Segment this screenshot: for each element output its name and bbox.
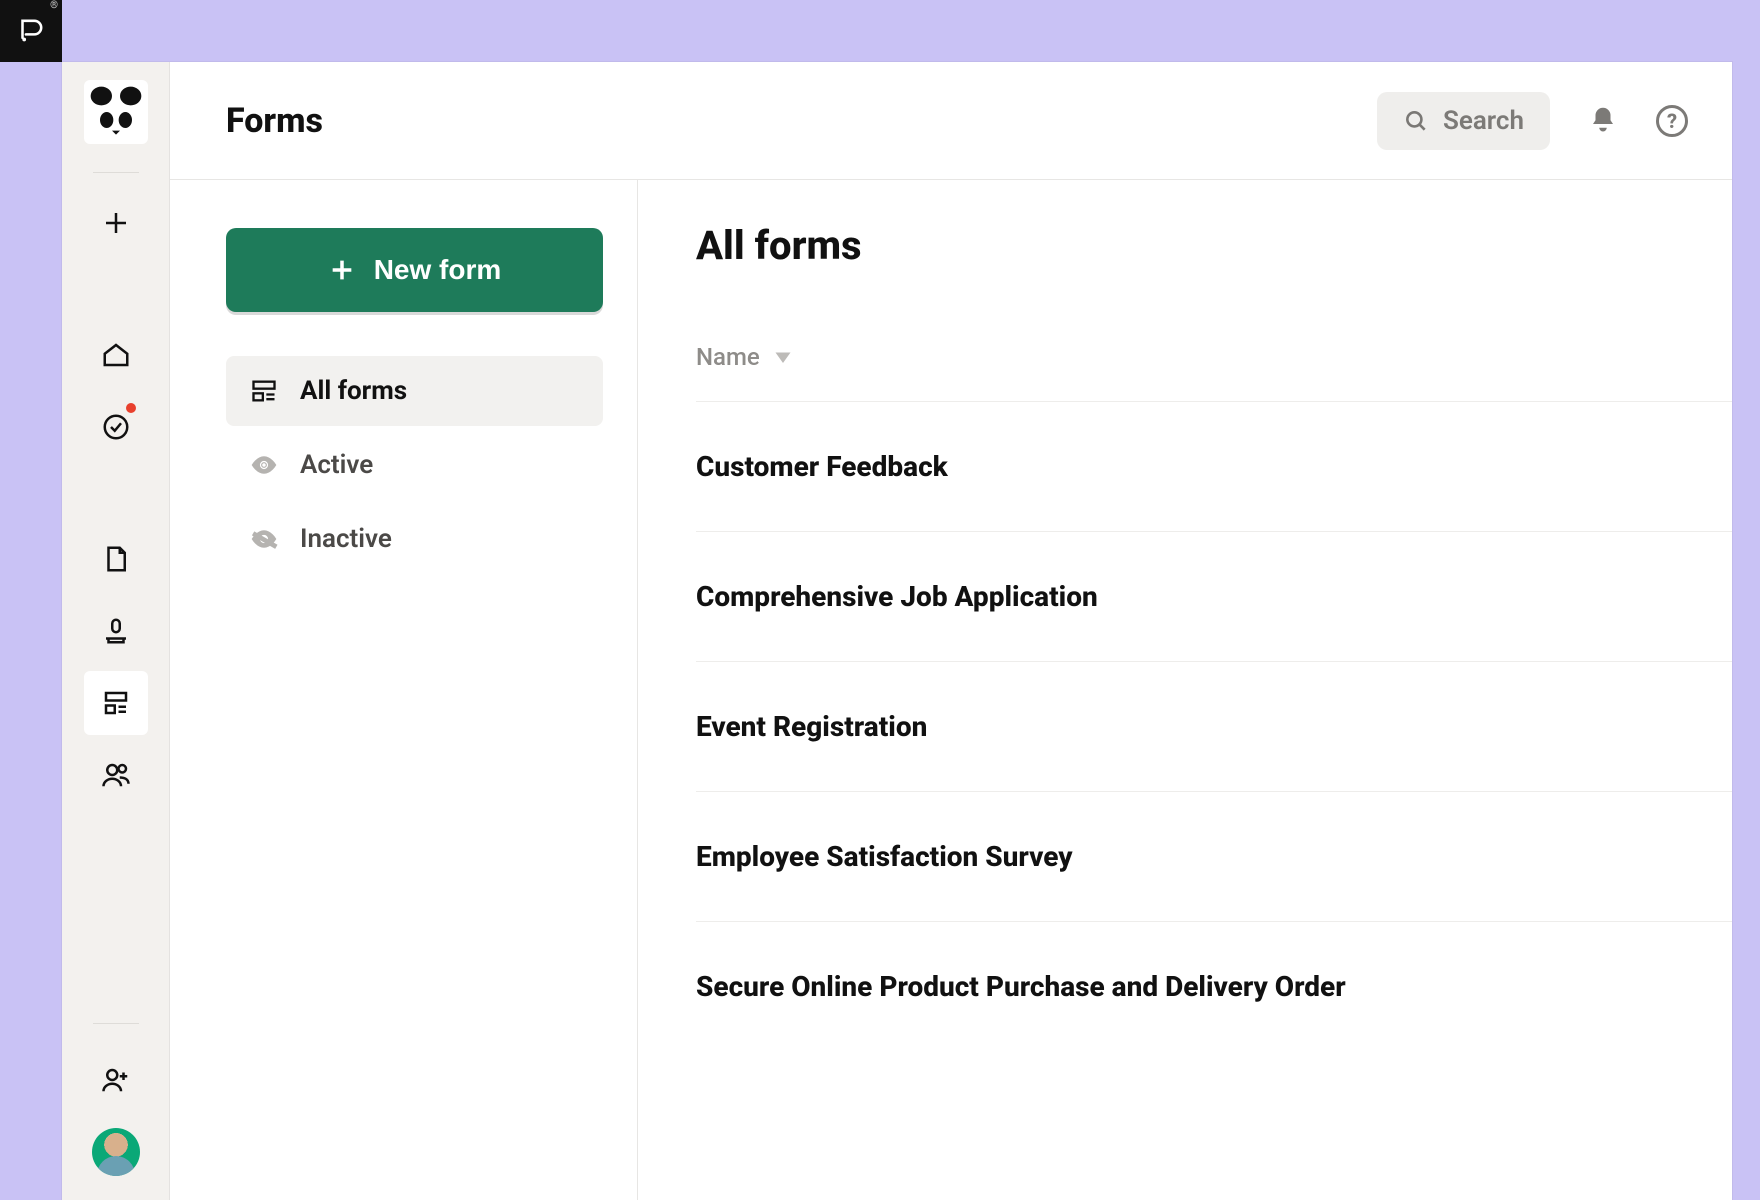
list-pane: All forms Name Customer Feedback Compreh…	[638, 180, 1732, 1200]
filter-inactive[interactable]: Inactive	[226, 504, 603, 574]
form-row[interactable]: Event Registration	[696, 662, 1732, 792]
pandadoc-logo-icon	[14, 14, 48, 48]
help-button[interactable]: ?	[1656, 105, 1688, 137]
eye-off-icon	[250, 525, 278, 553]
column-header-name[interactable]: Name	[696, 323, 1732, 402]
form-row[interactable]: Secure Online Product Purchase and Deliv…	[696, 922, 1732, 1051]
eye-icon	[250, 451, 278, 479]
list-heading: All forms	[696, 222, 1732, 269]
forms-icon	[250, 377, 278, 405]
checkmark-circle-icon	[101, 412, 131, 442]
nav-documents[interactable]	[84, 527, 148, 591]
nav-rail	[62, 62, 170, 1200]
registered-mark: ®	[50, 0, 58, 11]
nav-invite[interactable]	[84, 1048, 148, 1112]
notification-dot	[124, 401, 138, 415]
person-plus-icon	[101, 1065, 131, 1095]
form-name: Comprehensive Job Application	[696, 580, 1098, 613]
nav-create[interactable]	[84, 191, 148, 255]
search-label: Search	[1443, 106, 1524, 136]
search-icon	[1403, 108, 1429, 134]
form-name: Employee Satisfaction Survey	[696, 840, 1073, 873]
topbar: Forms Search ?	[170, 62, 1732, 180]
sidebar: New form All forms Active Inactive	[170, 180, 638, 1200]
column-label: Name	[696, 343, 760, 371]
home-icon	[101, 340, 131, 370]
app-window: Forms Search ? New form	[62, 62, 1732, 1200]
filter-label: All forms	[300, 376, 407, 406]
form-row[interactable]: Customer Feedback	[696, 402, 1732, 532]
filter-label: Active	[300, 450, 373, 480]
people-icon	[101, 760, 131, 790]
stamp-icon	[101, 616, 131, 646]
form-row[interactable]: Comprehensive Job Application	[696, 532, 1732, 662]
rail-separator	[93, 1023, 139, 1024]
nav-tasks[interactable]	[84, 395, 148, 459]
nav-contacts[interactable]	[84, 743, 148, 807]
nav-templates[interactable]	[84, 599, 148, 663]
search-button[interactable]: Search	[1377, 92, 1550, 150]
notifications-button[interactable]	[1588, 104, 1618, 138]
form-name: Customer Feedback	[696, 450, 948, 483]
bell-icon	[1588, 104, 1618, 134]
form-row[interactable]: Employee Satisfaction Survey	[696, 792, 1732, 922]
nav-home[interactable]	[84, 323, 148, 387]
plus-icon	[101, 208, 131, 238]
filter-all-forms[interactable]: All forms	[226, 356, 603, 426]
sort-desc-icon	[774, 348, 792, 366]
filter-label: Inactive	[300, 524, 392, 554]
question-mark-icon: ?	[1667, 109, 1677, 133]
filter-active[interactable]: Active	[226, 430, 603, 500]
brand-badge: ®	[0, 0, 62, 62]
form-name: Secure Online Product Purchase and Deliv…	[696, 970, 1346, 1003]
plus-icon	[328, 256, 356, 284]
app-logo[interactable]	[84, 80, 148, 144]
new-form-label: New form	[374, 254, 502, 286]
nav-forms[interactable]	[84, 671, 148, 735]
forms-icon	[101, 688, 131, 718]
user-avatar[interactable]	[92, 1128, 140, 1176]
new-form-button[interactable]: New form	[226, 228, 603, 312]
rail-separator	[93, 172, 139, 173]
document-icon	[101, 544, 131, 574]
form-name: Event Registration	[696, 710, 927, 743]
panda-icon	[84, 80, 148, 144]
page-title: Forms	[226, 101, 323, 141]
